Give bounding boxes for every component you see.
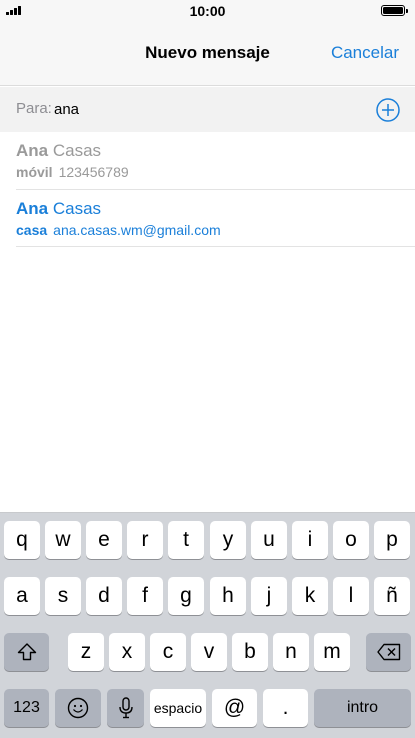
key-g[interactable]: g [168, 577, 204, 615]
keyboard: q w e r t y u i o p a s d f g h j k l ñ … [0, 512, 415, 738]
emoji-key[interactable] [55, 689, 101, 727]
key-b[interactable]: b [232, 633, 268, 671]
navigation-bar: Nuevo mensaje Cancelar [0, 22, 415, 86]
recipient-input[interactable] [54, 98, 354, 120]
contact-detail-value: 123456789 [58, 164, 129, 180]
contact-detail-value: ana.casas.wm@gmail.com [53, 222, 221, 238]
contact-last-name: Casas [52, 199, 102, 218]
key-w[interactable]: w [45, 521, 81, 559]
key-a[interactable]: a [4, 577, 40, 615]
key-u[interactable]: u [251, 521, 287, 559]
contact-detail: móvil 123456789 [16, 164, 129, 180]
key-t[interactable]: t [168, 521, 204, 559]
key-h[interactable]: h [210, 577, 246, 615]
status-bar: 10:00 [0, 0, 415, 22]
contact-detail: casa ana.casas.wm@gmail.com [16, 222, 221, 238]
key-v[interactable]: v [191, 633, 227, 671]
key-p[interactable]: p [374, 521, 410, 559]
key-f[interactable]: f [127, 577, 163, 615]
key-c[interactable]: c [150, 633, 186, 671]
backspace-key[interactable] [366, 633, 411, 671]
space-key[interactable]: espacio [150, 689, 206, 727]
shift-key[interactable] [4, 633, 49, 671]
plus-circle-icon[interactable] [376, 98, 400, 122]
key-n[interactable]: n [273, 633, 309, 671]
dictation-key[interactable] [107, 689, 144, 727]
to-field-row: Para: [0, 87, 415, 132]
key-y[interactable]: y [210, 521, 246, 559]
cancel-button[interactable]: Cancelar [331, 43, 399, 63]
contact-detail-type: casa [16, 222, 48, 238]
emoji-icon [67, 697, 89, 719]
contact-last-name: Casas [52, 141, 102, 160]
contact-first-name: Ana [16, 141, 49, 160]
contact-detail-type: móvil [16, 164, 53, 180]
numbers-key[interactable]: 123 [4, 689, 49, 727]
contact-suggestion-email[interactable]: Ana Casas casa ana.casas.wm@gmail.com [0, 190, 415, 247]
key-d[interactable]: d [86, 577, 122, 615]
key-z[interactable]: z [68, 633, 104, 671]
to-label: Para: [16, 100, 52, 117]
battery-icon [381, 5, 408, 16]
contact-name: Ana Casas [16, 141, 101, 161]
dot-key[interactable]: . [263, 689, 308, 727]
status-time: 10:00 [189, 3, 226, 19]
divider [16, 246, 415, 247]
key-m[interactable]: m [314, 633, 350, 671]
shift-arrow-icon [17, 643, 37, 661]
key-j[interactable]: j [251, 577, 287, 615]
contact-first-name: Ana [16, 199, 49, 218]
key-i[interactable]: i [292, 521, 328, 559]
return-key[interactable]: intro [314, 689, 411, 727]
key-q[interactable]: q [4, 521, 40, 559]
key-n-tilde[interactable]: ñ [374, 577, 410, 615]
key-l[interactable]: l [333, 577, 369, 615]
key-s[interactable]: s [45, 577, 81, 615]
contact-name: Ana Casas [16, 199, 101, 219]
microphone-icon [118, 697, 134, 719]
contact-suggestion-mobile[interactable]: Ana Casas móvil 123456789 [0, 132, 415, 189]
key-r[interactable]: r [127, 521, 163, 559]
key-o[interactable]: o [333, 521, 369, 559]
backspace-icon [376, 643, 401, 661]
at-key[interactable]: @ [212, 689, 257, 727]
key-k[interactable]: k [292, 577, 328, 615]
key-x[interactable]: x [109, 633, 145, 671]
key-e[interactable]: e [86, 521, 122, 559]
